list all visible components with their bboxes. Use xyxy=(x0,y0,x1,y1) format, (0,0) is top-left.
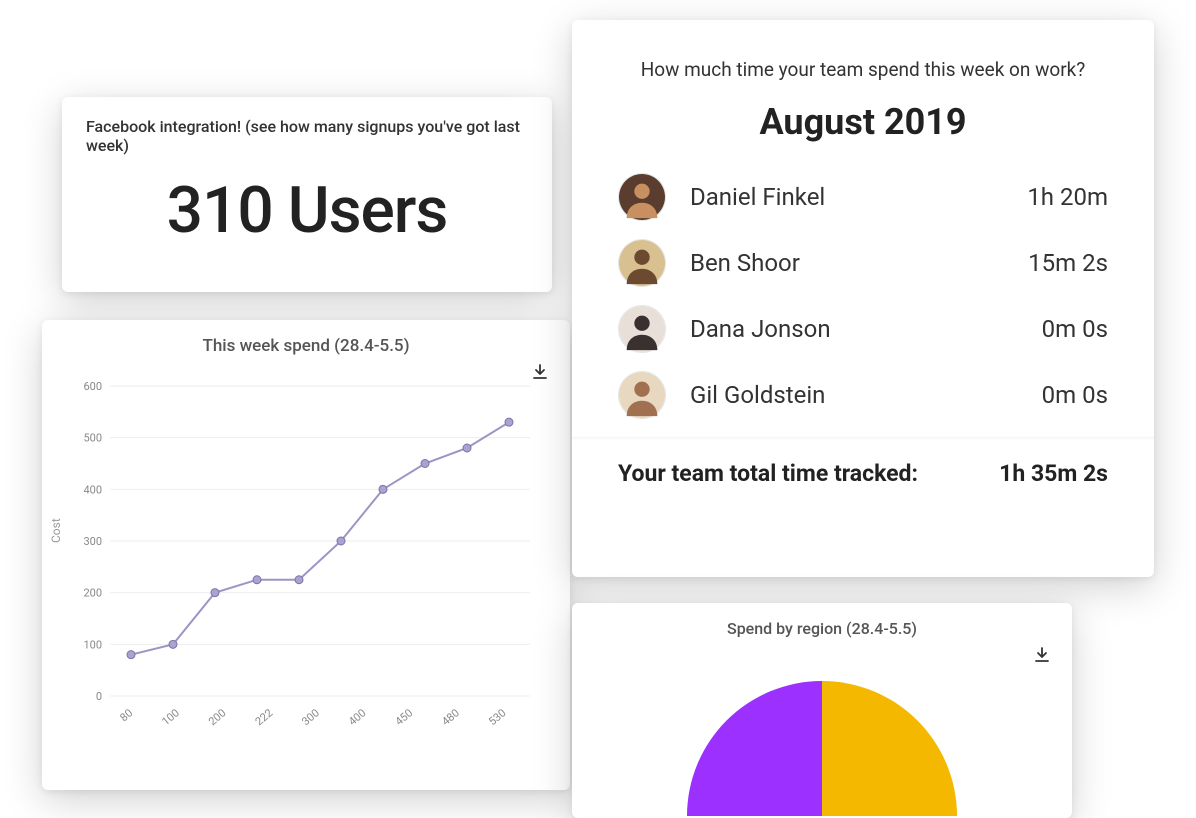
member-name: Gil Goldstein xyxy=(690,381,1042,409)
users-card: Facebook integration! (see how many sign… xyxy=(62,97,552,292)
users-card-title: Facebook integration! (see how many sign… xyxy=(86,117,528,155)
svg-text:222: 222 xyxy=(253,706,276,728)
svg-text:300: 300 xyxy=(299,706,322,728)
svg-text:100: 100 xyxy=(83,638,102,651)
svg-text:600: 600 xyxy=(83,380,102,393)
member-row: Gil Goldstein0m 0s xyxy=(618,371,1108,419)
svg-text:300: 300 xyxy=(83,535,102,548)
line-chart-area: Cost 01002003004005006008010020022230040… xyxy=(60,376,552,756)
time-card: How much time your team spend this week … xyxy=(572,20,1154,577)
time-card-period: August 2019 xyxy=(612,101,1114,143)
total-row: Your team total time tracked: 1h 35m 2s xyxy=(612,460,1114,487)
member-time: 15m 2s xyxy=(1028,249,1108,277)
member-name: Dana Jonson xyxy=(690,315,1042,343)
svg-text:400: 400 xyxy=(83,483,102,496)
svg-text:450: 450 xyxy=(393,706,416,728)
member-name: Daniel Finkel xyxy=(690,183,1027,211)
member-row: Ben Shoor15m 2s xyxy=(618,239,1108,287)
member-name: Ben Shoor xyxy=(690,249,1028,277)
svg-text:200: 200 xyxy=(83,587,102,600)
svg-text:80: 80 xyxy=(117,706,135,724)
time-card-question: How much time your team spend this week … xyxy=(612,58,1114,81)
pie-chart-svg xyxy=(672,666,972,816)
svg-text:400: 400 xyxy=(346,706,369,728)
line-chart-ylabel: Cost xyxy=(49,518,63,543)
pie-holder xyxy=(590,666,1054,816)
line-chart-card: This week spend (28.4-5.5) Cost 0 100 200 3… xyxy=(42,320,570,790)
member-time: 0m 0s xyxy=(1042,381,1108,409)
line-chart-title: This week spend (28.4-5.5) xyxy=(60,336,552,356)
download-icon[interactable] xyxy=(1034,647,1050,667)
avatar xyxy=(618,173,666,221)
svg-text:500: 500 xyxy=(83,432,102,445)
member-row: Daniel Finkel1h 20m xyxy=(618,173,1108,221)
svg-text:530: 530 xyxy=(486,706,509,728)
divider xyxy=(572,437,1154,438)
svg-text:200: 200 xyxy=(206,706,229,728)
total-value: 1h 35m 2s xyxy=(999,460,1108,487)
pie-chart-title: Spend by region (28.4-5.5) xyxy=(590,619,1054,638)
line-chart-svg: 0 100 200 300 400 500 600 80 100 200 222 300 400 450 4… xyxy=(60,376,550,746)
users-card-value: 310 Users xyxy=(86,173,528,248)
member-row: Dana Jonson0m 0s xyxy=(618,305,1108,353)
member-time: 1h 20m xyxy=(1027,183,1108,211)
svg-text:100: 100 xyxy=(159,706,182,728)
avatar xyxy=(618,239,666,287)
svg-text:0: 0 xyxy=(96,690,102,703)
pie-chart-card: Spend by region (28.4-5.5) xyxy=(572,603,1072,818)
avatar xyxy=(618,305,666,353)
svg-text:480: 480 xyxy=(439,706,462,728)
member-list: Daniel Finkel1h 20m Ben Shoor15m 2s Dana J… xyxy=(612,173,1114,419)
avatar xyxy=(618,371,666,419)
member-time: 0m 0s xyxy=(1042,315,1108,343)
total-label: Your team total time tracked: xyxy=(618,460,918,487)
